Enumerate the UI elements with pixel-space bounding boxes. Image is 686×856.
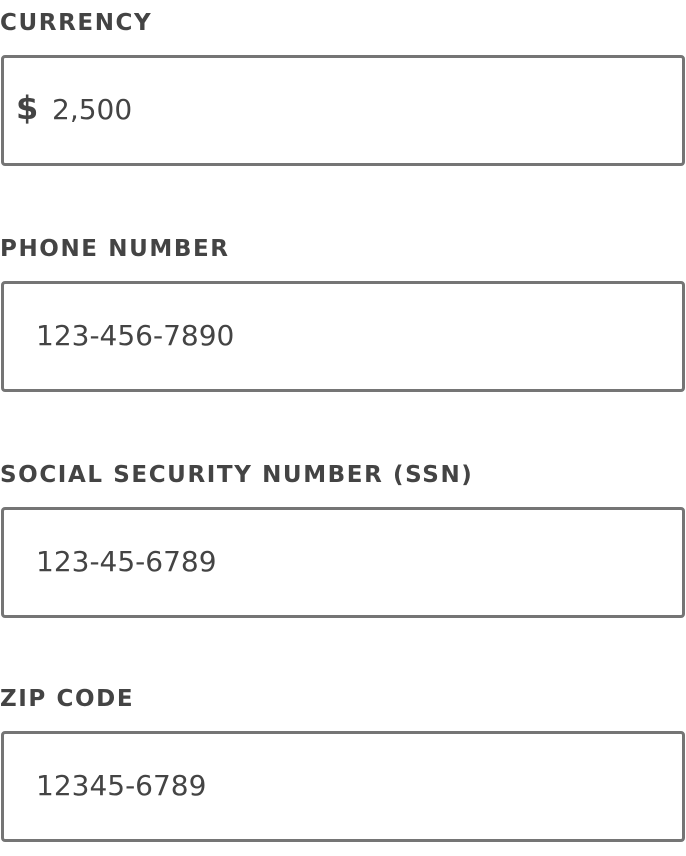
ssn-input[interactable]: 123-45-6789: [1, 507, 685, 618]
currency-value: 2,500: [52, 93, 133, 126]
zip-code-input[interactable]: 12345-6789: [1, 731, 685, 842]
currency-input[interactable]: $ 2,500: [1, 55, 685, 166]
ssn-value: 123-45-6789: [36, 545, 217, 578]
dollar-prefix: $: [16, 89, 39, 127]
phone-number-label: PHONE NUMBER: [0, 236, 230, 262]
zip-code-label: ZIP CODE: [0, 686, 135, 712]
ssn-label: SOCIAL SECURITY NUMBER (SSN): [0, 462, 474, 488]
phone-number-input[interactable]: 123-456-7890: [1, 281, 685, 392]
phone-number-value: 123-456-7890: [36, 319, 235, 352]
currency-label: CURRENCY: [0, 10, 153, 36]
zip-code-value: 12345-6789: [36, 769, 207, 802]
